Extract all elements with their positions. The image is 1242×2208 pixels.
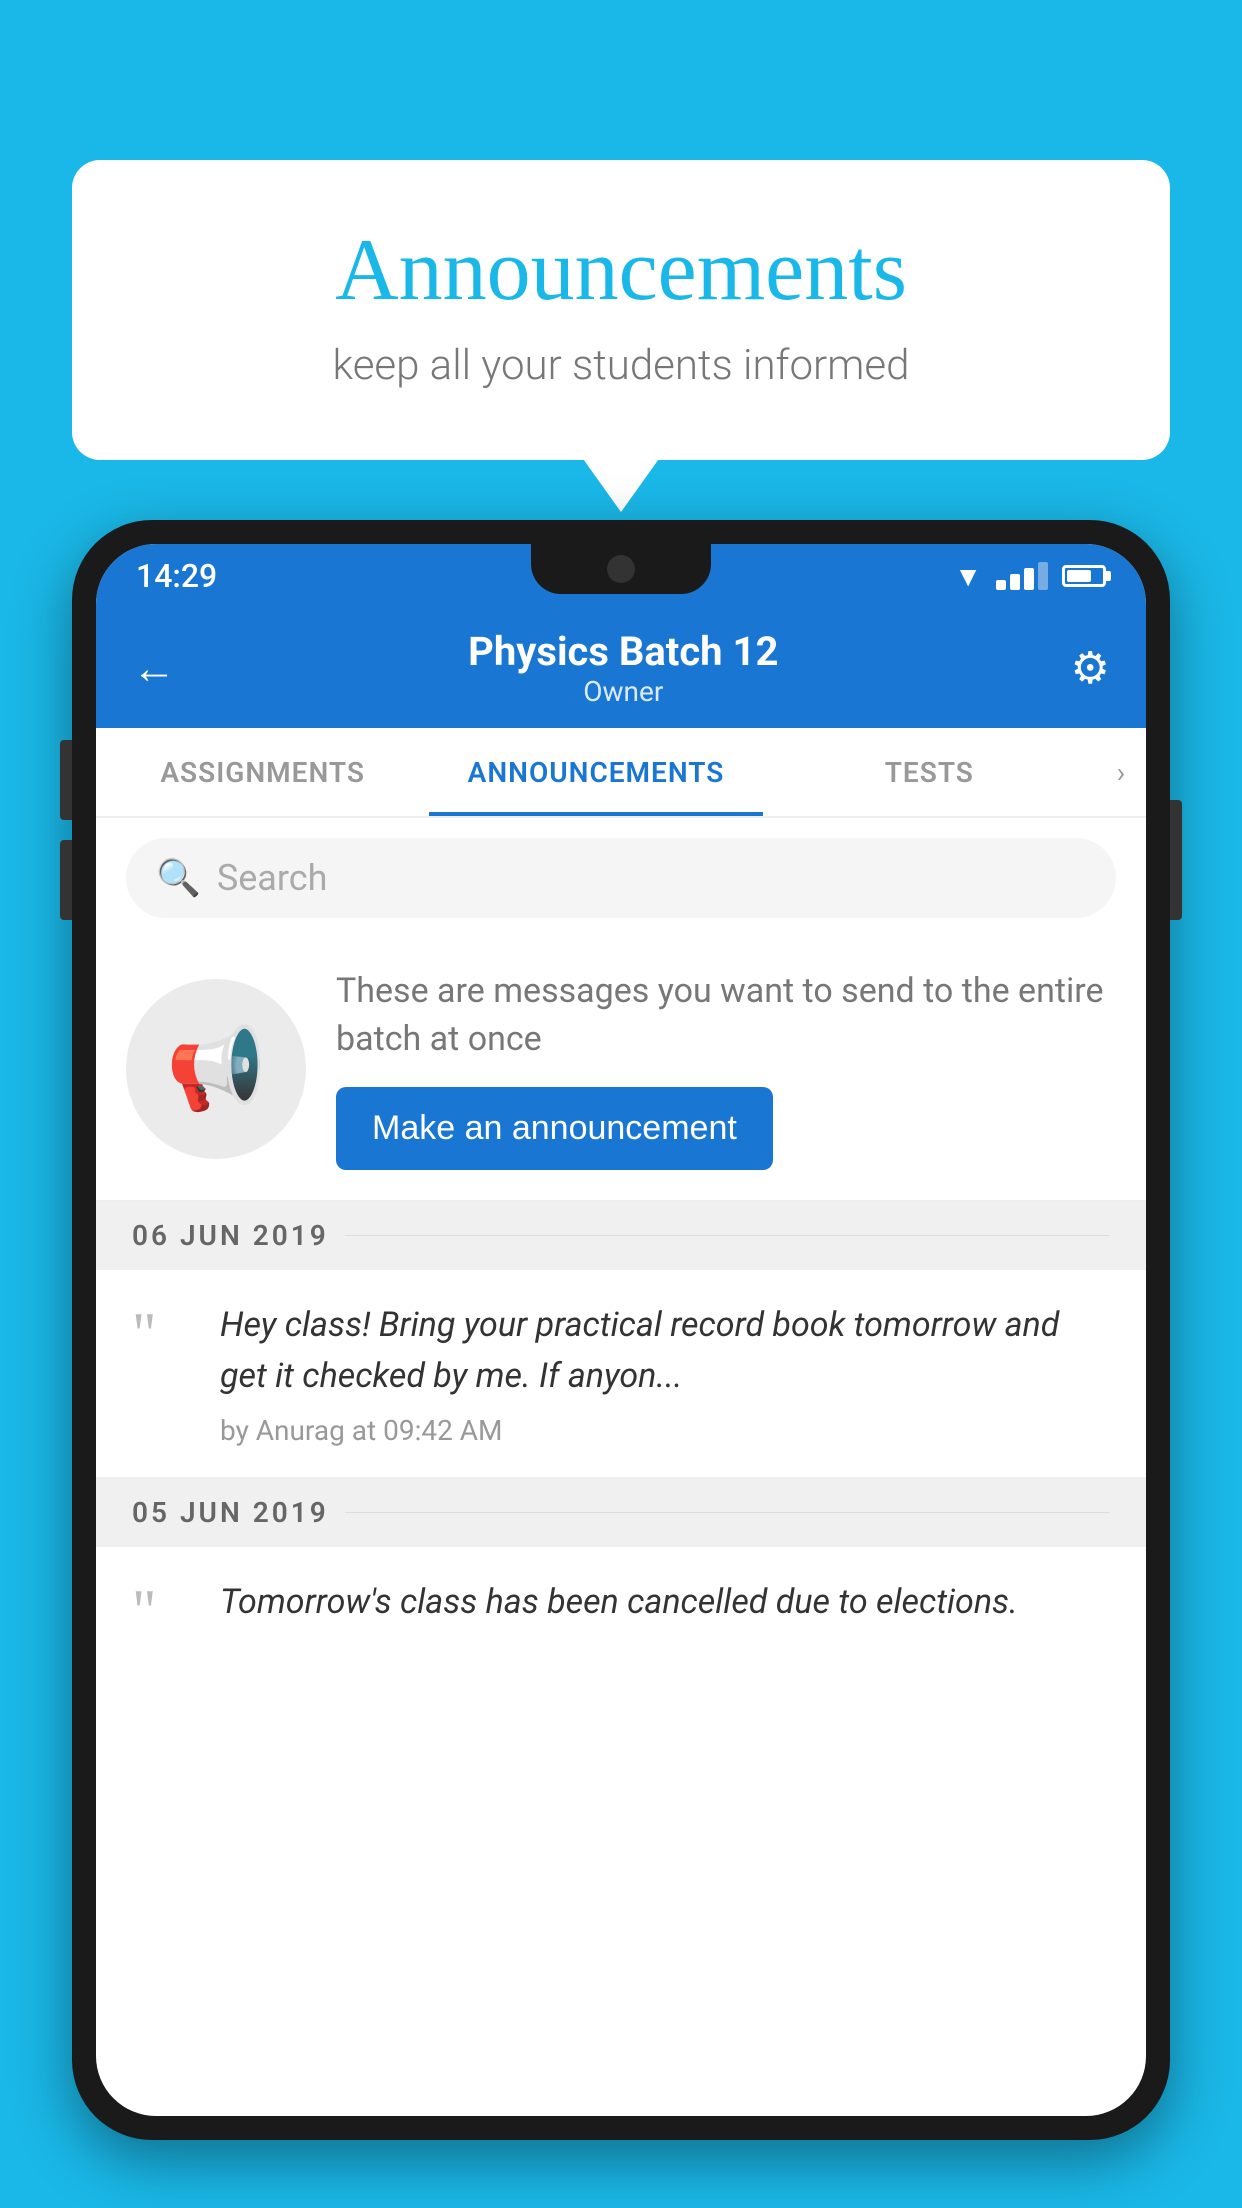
phone-notch [531,544,711,594]
header-title-group: Physics Batch 12 Owner [468,628,778,708]
volume-up-button [60,740,72,820]
status-time: 14:29 [136,557,217,595]
announcement-content-2: Tomorrow's class has been cancelled due … [220,1577,1110,1628]
phone-mockup: 14:29 ▼ ← Phys [72,520,1170,2208]
speech-bubble-section: Announcements keep all your students inf… [72,160,1170,460]
app-header: ← Physics Batch 12 Owner ⚙ [96,608,1146,728]
date-label-2: 05 JUN 2019 [132,1496,329,1529]
bubble-subtitle: keep all your students informed [152,341,1090,390]
power-button [1170,800,1182,920]
announcement-icon-circle: 📢 [126,979,306,1159]
phone-screen: 14:29 ▼ ← Phys [96,544,1146,2116]
date-separator-1: 06 JUN 2019 [96,1201,1146,1270]
speech-bubble-card: Announcements keep all your students inf… [72,160,1170,460]
battery-fill [1067,570,1091,582]
search-container: 🔍 Search [96,818,1146,938]
announcement-content-1: Hey class! Bring your practical record b… [220,1300,1110,1447]
announcement-meta-1: by Anurag at 09:42 AM [220,1414,1110,1447]
signal-bar-2 [1010,574,1020,590]
batch-role: Owner [468,675,778,708]
signal-bar-4 [1038,562,1048,590]
prompt-description: These are messages you want to send to t… [336,968,1116,1063]
signal-bar-1 [996,580,1006,590]
status-icons: ▼ [954,560,1106,593]
separator-line-2 [345,1512,1110,1513]
quote-icon-1: " [132,1310,192,1358]
signal-bar-3 [1024,568,1034,590]
search-icon: 🔍 [156,857,201,899]
make-announcement-button[interactable]: Make an announcement [336,1087,773,1170]
tabs-bar: ASSIGNMENTS ANNOUNCEMENTS TESTS › [96,728,1146,818]
phone-outer: 14:29 ▼ ← Phys [72,520,1170,2140]
signal-bars [996,562,1048,590]
back-button[interactable]: ← [132,642,176,694]
volume-down-button [60,840,72,920]
announcement-prompt-section: 📢 These are messages you want to send to… [96,938,1146,1201]
settings-icon[interactable]: ⚙ [1071,642,1110,694]
announcement-text-2: Tomorrow's class has been cancelled due … [220,1577,1110,1628]
separator-line-1 [345,1235,1110,1236]
quote-icon-2: " [132,1587,192,1635]
prompt-right: These are messages you want to send to t… [336,968,1116,1170]
batch-title: Physics Batch 12 [468,628,778,675]
tab-tests[interactable]: TESTS [763,728,1096,816]
announcement-item-2[interactable]: " Tomorrow's class has been cancelled du… [96,1547,1146,1665]
tab-assignments[interactable]: ASSIGNMENTS [96,728,429,816]
tab-more-button[interactable]: › [1096,728,1146,816]
bubble-title: Announcements [152,220,1090,321]
tab-announcements[interactable]: ANNOUNCEMENTS [429,728,762,816]
megaphone-icon: 📢 [166,1022,266,1116]
date-label-1: 06 JUN 2019 [132,1219,329,1252]
search-placeholder: Search [217,857,328,899]
search-bar[interactable]: 🔍 Search [126,838,1116,918]
battery-icon [1062,565,1106,587]
announcement-item-1[interactable]: " Hey class! Bring your practical record… [96,1270,1146,1478]
date-separator-2: 05 JUN 2019 [96,1478,1146,1547]
announcement-text-1: Hey class! Bring your practical record b… [220,1300,1110,1402]
wifi-icon: ▼ [954,560,982,593]
phone-camera [607,555,635,583]
